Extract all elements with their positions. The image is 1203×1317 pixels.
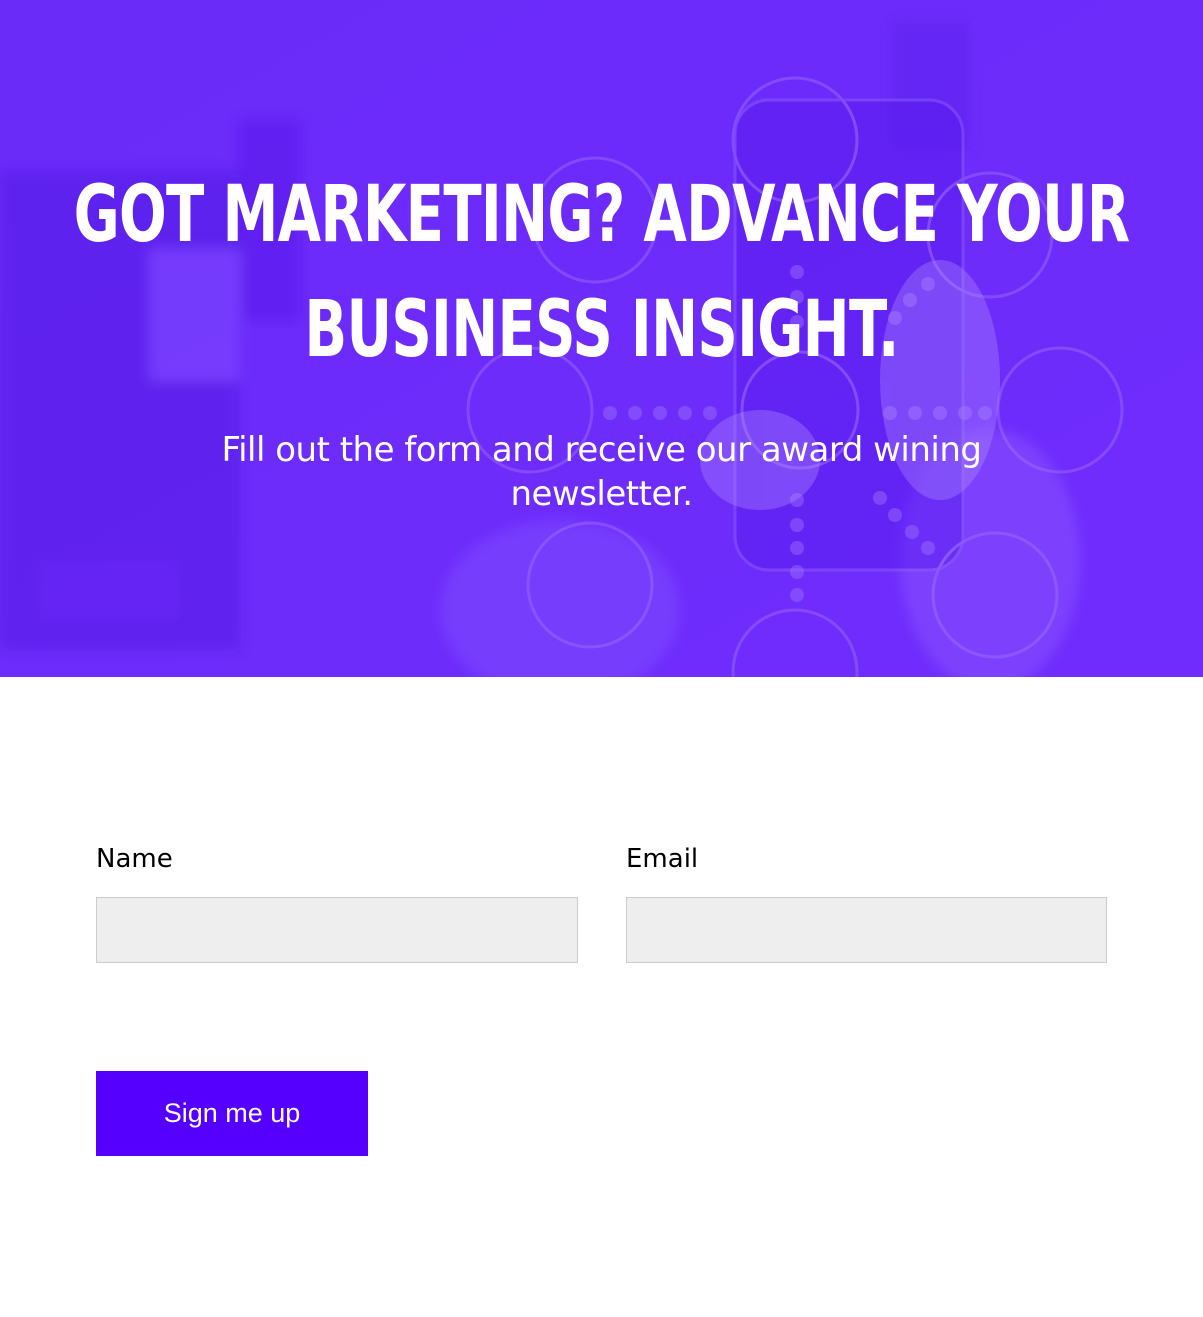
- email-field-group: Email: [626, 843, 1108, 963]
- hero-title-line-2: Business Insight.: [304, 285, 899, 375]
- hero-title-line-1: Got Marketing? Advance Your: [73, 170, 1130, 260]
- sign-me-up-button[interactable]: Sign me up: [96, 1071, 368, 1156]
- hero-title: Got Marketing? Advance Your Business Insi…: [53, 158, 1150, 388]
- name-field-group: Name: [96, 843, 578, 963]
- hero-section: Got Marketing? Advance Your Business Insi…: [0, 0, 1203, 677]
- email-input[interactable]: [626, 897, 1107, 963]
- name-label: Name: [96, 844, 173, 874]
- signup-form: Name Email Sign me up: [0, 677, 1203, 1317]
- name-input[interactable]: [96, 897, 578, 963]
- email-label: Email: [626, 844, 699, 874]
- hero-subtitle: Fill out the form and receive our award …: [221, 430, 983, 514]
